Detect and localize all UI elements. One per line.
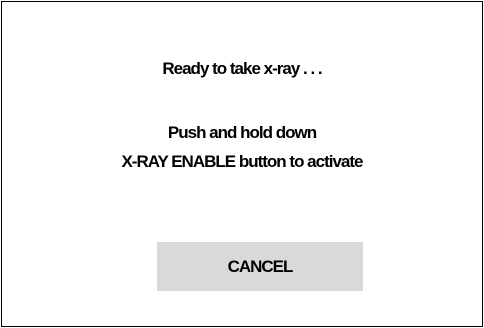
instruction-message: Push and hold down X-RAY ENABLE button t…: [2, 118, 482, 176]
instruction-line-1: Push and hold down: [167, 123, 317, 142]
cancel-button[interactable]: CANCEL: [157, 242, 363, 291]
instruction-line-2: X-RAY ENABLE button to activate: [121, 152, 363, 171]
ready-message: Ready to take x-ray . . .: [162, 59, 322, 78]
xray-ready-dialog: Ready to take x-ray . . . Push and hold …: [1, 1, 483, 327]
